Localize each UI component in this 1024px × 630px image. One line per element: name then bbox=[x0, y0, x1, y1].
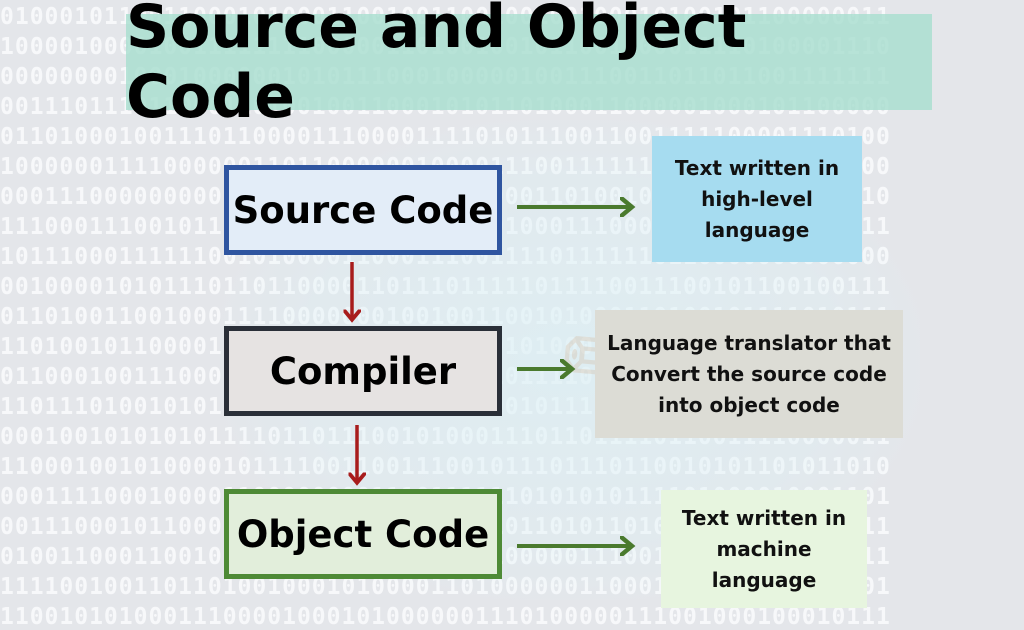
description-line: Text written in bbox=[674, 155, 840, 180]
object-code-description: Text written in machine language bbox=[661, 490, 867, 608]
node-object-code: Object Code bbox=[224, 489, 502, 579]
description-line: language bbox=[711, 567, 817, 592]
description-line: high-level bbox=[701, 186, 813, 211]
description-line: Convert the source code bbox=[611, 361, 887, 386]
node-compiler: Compiler bbox=[224, 326, 502, 416]
description-line: Language translator that bbox=[607, 330, 891, 355]
description-line: language bbox=[704, 217, 810, 242]
compiler-description: Language translator that Convert the sou… bbox=[595, 310, 903, 438]
node-source-code: Source Code bbox=[224, 165, 502, 255]
source-code-description: Text written in high-level language bbox=[652, 136, 862, 262]
node-source-code-label: Source Code bbox=[232, 188, 494, 232]
description-line: Text written in bbox=[681, 505, 847, 530]
node-compiler-label: Compiler bbox=[269, 349, 457, 393]
description-line: into object code bbox=[658, 392, 840, 417]
node-object-code-label: Object Code bbox=[236, 512, 490, 556]
description-line: machine bbox=[716, 536, 812, 561]
